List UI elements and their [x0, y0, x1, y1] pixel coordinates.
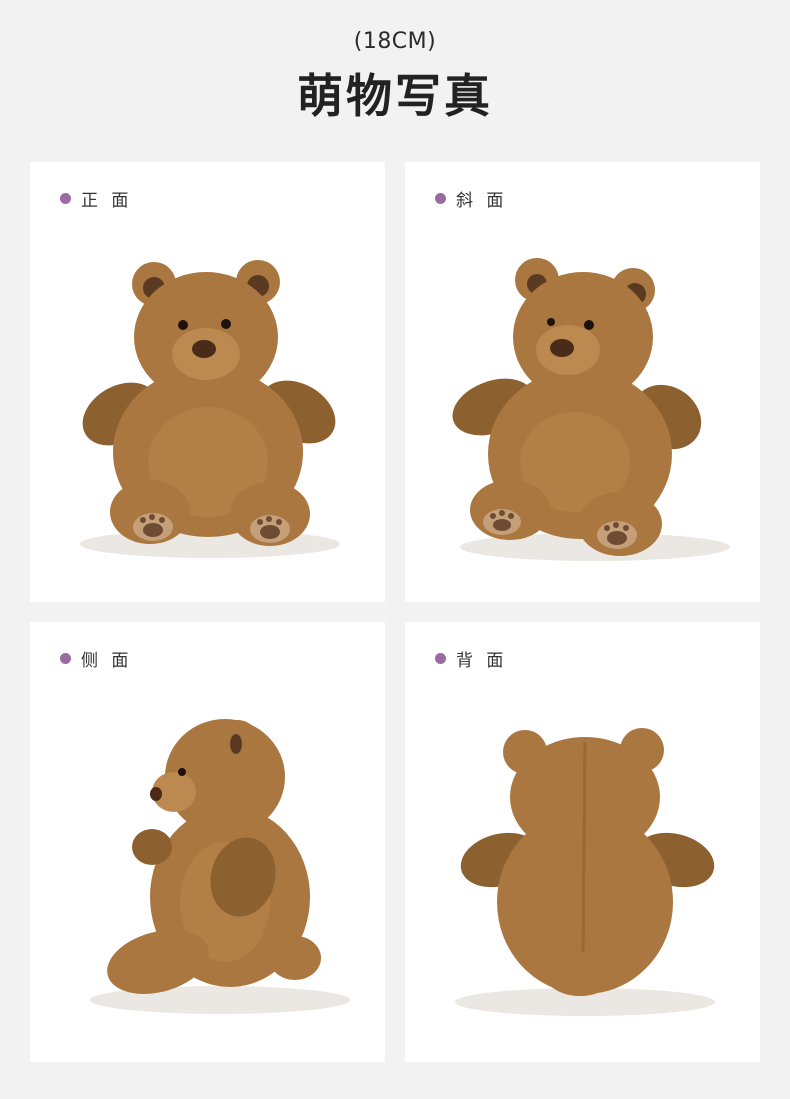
size-subtitle: (18CM)	[353, 29, 437, 54]
bullet-dot-icon	[435, 652, 446, 664]
bear-angled-image	[452, 258, 730, 561]
photo-card-angled: 斜 面	[405, 162, 760, 602]
view-label: 正 面	[60, 188, 133, 211]
view-label-text: 侧 面	[81, 650, 133, 671]
bullet-dot-icon	[60, 192, 71, 204]
view-label-text: 正 面	[81, 190, 133, 211]
photo-card-side: 侧 面	[30, 622, 385, 1062]
bullet-dot-icon	[60, 652, 71, 664]
view-label: 侧 面	[60, 648, 133, 671]
bear-back-image	[455, 728, 715, 1016]
view-label-text: 斜 面	[456, 190, 508, 211]
bear-front-image	[80, 260, 340, 558]
bear-side-image	[90, 719, 350, 1014]
page-header: (18CM) 萌物写真	[0, 0, 790, 150]
photo-card-front: 正 面	[30, 162, 385, 602]
bullet-dot-icon	[435, 192, 446, 204]
view-label-text: 背 面	[456, 650, 508, 671]
page-title: 萌物写真	[297, 69, 493, 123]
photo-card-back: 背 面	[405, 622, 760, 1062]
view-label: 背 面	[435, 648, 508, 671]
view-label: 斜 面	[435, 188, 508, 211]
